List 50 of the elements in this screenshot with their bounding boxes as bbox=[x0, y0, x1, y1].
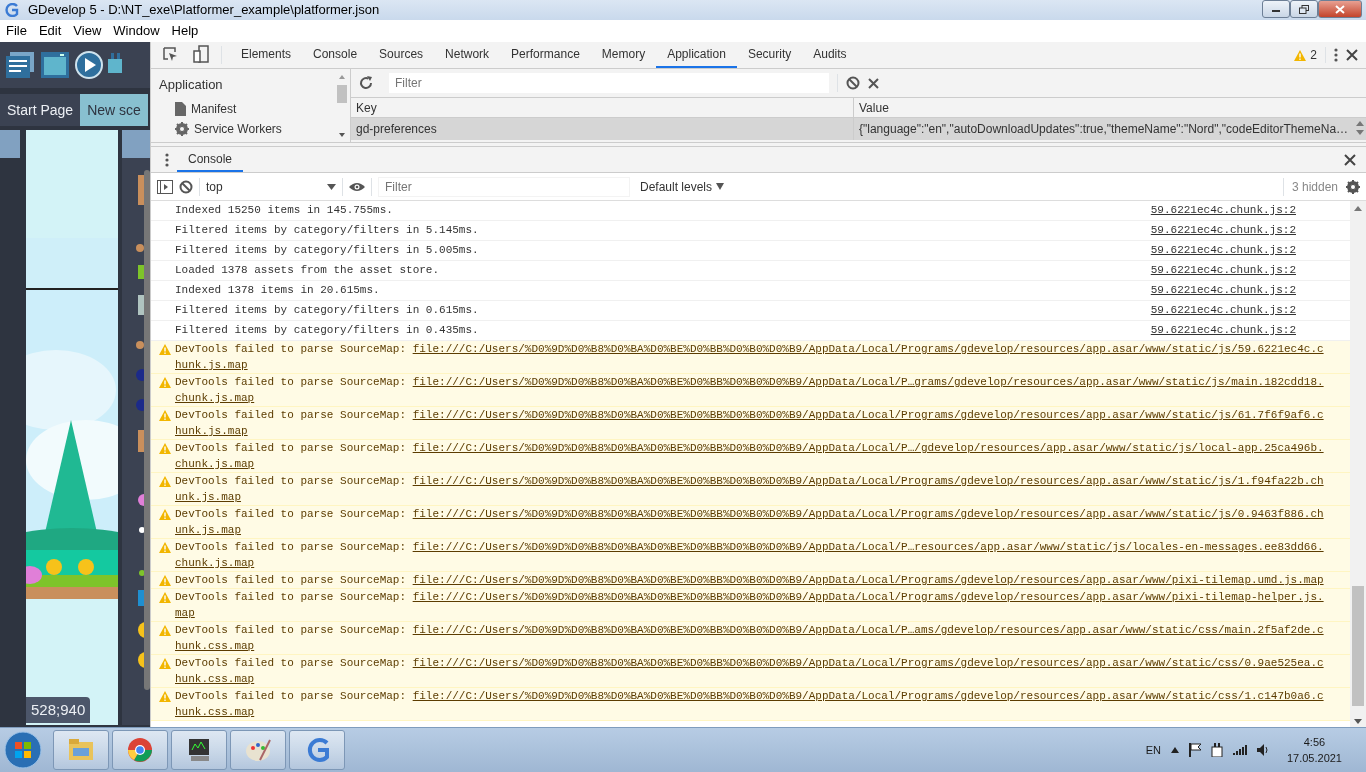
language-indicator[interactable]: EN bbox=[1145, 741, 1161, 759]
sidebar-item[interactable]: Manifest bbox=[159, 98, 350, 119]
source-link[interactable]: 59.6221ec4c.chunk.js:2 bbox=[1150, 202, 1296, 219]
log-message: Indexed 1378 items in 20.615ms. bbox=[175, 283, 380, 298]
filter-field[interactable]: Filter bbox=[389, 73, 829, 93]
devtools-tab[interactable]: Sources bbox=[368, 42, 435, 68]
devtools-tab[interactable]: Elements bbox=[230, 42, 303, 68]
source-link[interactable]: 59.6221ec4c.chunk.js:2 bbox=[1150, 242, 1296, 259]
source-link[interactable]: 59.6221ec4c.chunk.js:2 bbox=[1150, 302, 1296, 319]
column-header: Value bbox=[853, 98, 894, 117]
devtools-tab[interactable]: Audits bbox=[802, 42, 858, 68]
warning-message: DevTools failed to parse SourceMap: file:///C:/Users/%D0%9D%D0%B8%D0%BA%D0%BE%D0%BB%D0%B0%D0%B9/AppData/Local/Programs/gdevelop/resources/app.asar/www/static/css/1.c147b0a6.chunk.css.map bbox=[175, 689, 1325, 720]
drawer-tab[interactable]: Console bbox=[177, 147, 244, 172]
warnings-counter[interactable]: 2 bbox=[1294, 46, 1317, 64]
source-link[interactable]: 59.6221ec4c.chunk.js:2 bbox=[1150, 222, 1296, 239]
log-message: Filtered items by category/filters in 5.145ms. bbox=[175, 223, 479, 238]
menu-item[interactable]: Edit bbox=[32, 21, 68, 41]
levels-dropdown[interactable]: Default levels bbox=[640, 177, 725, 196]
log-message: Filtered items by category/filters in 0.615ms. bbox=[175, 303, 479, 318]
source-link[interactable]: 59.6221ec4c.chunk.js:2 bbox=[1150, 282, 1296, 299]
devtools-tab[interactable]: Security bbox=[736, 42, 803, 68]
devtools-tab[interactable]: Performance bbox=[500, 42, 591, 68]
source-link[interactable]: 59.6221ec4c.chunk.js:2 bbox=[1150, 262, 1296, 279]
sidebar-item[interactable]: Service Workers bbox=[159, 118, 350, 139]
context-select[interactable]: top bbox=[206, 177, 336, 196]
source-link[interactable]: 59.6221ec4c.chunk.js:2 bbox=[1150, 322, 1296, 339]
menu-item[interactable]: File bbox=[0, 21, 33, 41]
menu-item[interactable]: View bbox=[67, 21, 108, 41]
clock[interactable]: 4:56 17.05.2021 bbox=[1286, 733, 1342, 767]
menu-item[interactable]: Help bbox=[165, 21, 205, 41]
coordinates-label: 528;940 bbox=[26, 696, 91, 723]
log-message: Loaded 1378 assets from the asset store. bbox=[175, 263, 440, 278]
warning-message: DevTools failed to parse SourceMap: file:///C:/Users/%D0%9D%D0%B8%D0%BA%D0%BE%D0%BB%D0%B0%D0%B9/AppData/Local/Programs/gdevelop/resources/app.asar/www/pixi-tilemap.umd.js.map bbox=[175, 573, 1325, 588]
log-message: Filtered items by category/filters in 0.435ms. bbox=[175, 323, 479, 338]
sidebar-heading: Application bbox=[159, 76, 224, 94]
menu-item[interactable]: Window bbox=[107, 21, 166, 41]
hidden-count: 3 hidden bbox=[1291, 178, 1338, 196]
editor-tab[interactable]: New sce bbox=[80, 94, 148, 126]
devtools-tab[interactable]: Memory bbox=[590, 42, 657, 68]
devtools-tab[interactable]: Console bbox=[302, 42, 369, 68]
table-cell-text: {"language":"en","autoDownloadUpdates":true,"themeName":"Nord","codeEditorThemeNa… bbox=[859, 121, 1349, 138]
editor-tab[interactable]: Start Page bbox=[0, 94, 81, 126]
table-cell-text: gd-preferences bbox=[356, 121, 437, 138]
log-message: Filtered items by category/filters in 5.005ms. bbox=[175, 243, 479, 258]
column-header: Key bbox=[355, 99, 378, 117]
devtools-tab[interactable]: Network bbox=[434, 42, 501, 68]
filter-field[interactable]: Filter bbox=[378, 176, 630, 197]
window-title: GDevelop 5 - D:\NT_exe\Platformer_example\platformer.json bbox=[28, 1, 381, 20]
log-message: Indexed 15250 items in 145.755ms. bbox=[175, 203, 393, 218]
table-row[interactable]: gd-preferences {"language":"en","autoDownloadUpdates":true,"themeName":"Nord","codeEditorThemeNa… bbox=[351, 118, 1366, 140]
